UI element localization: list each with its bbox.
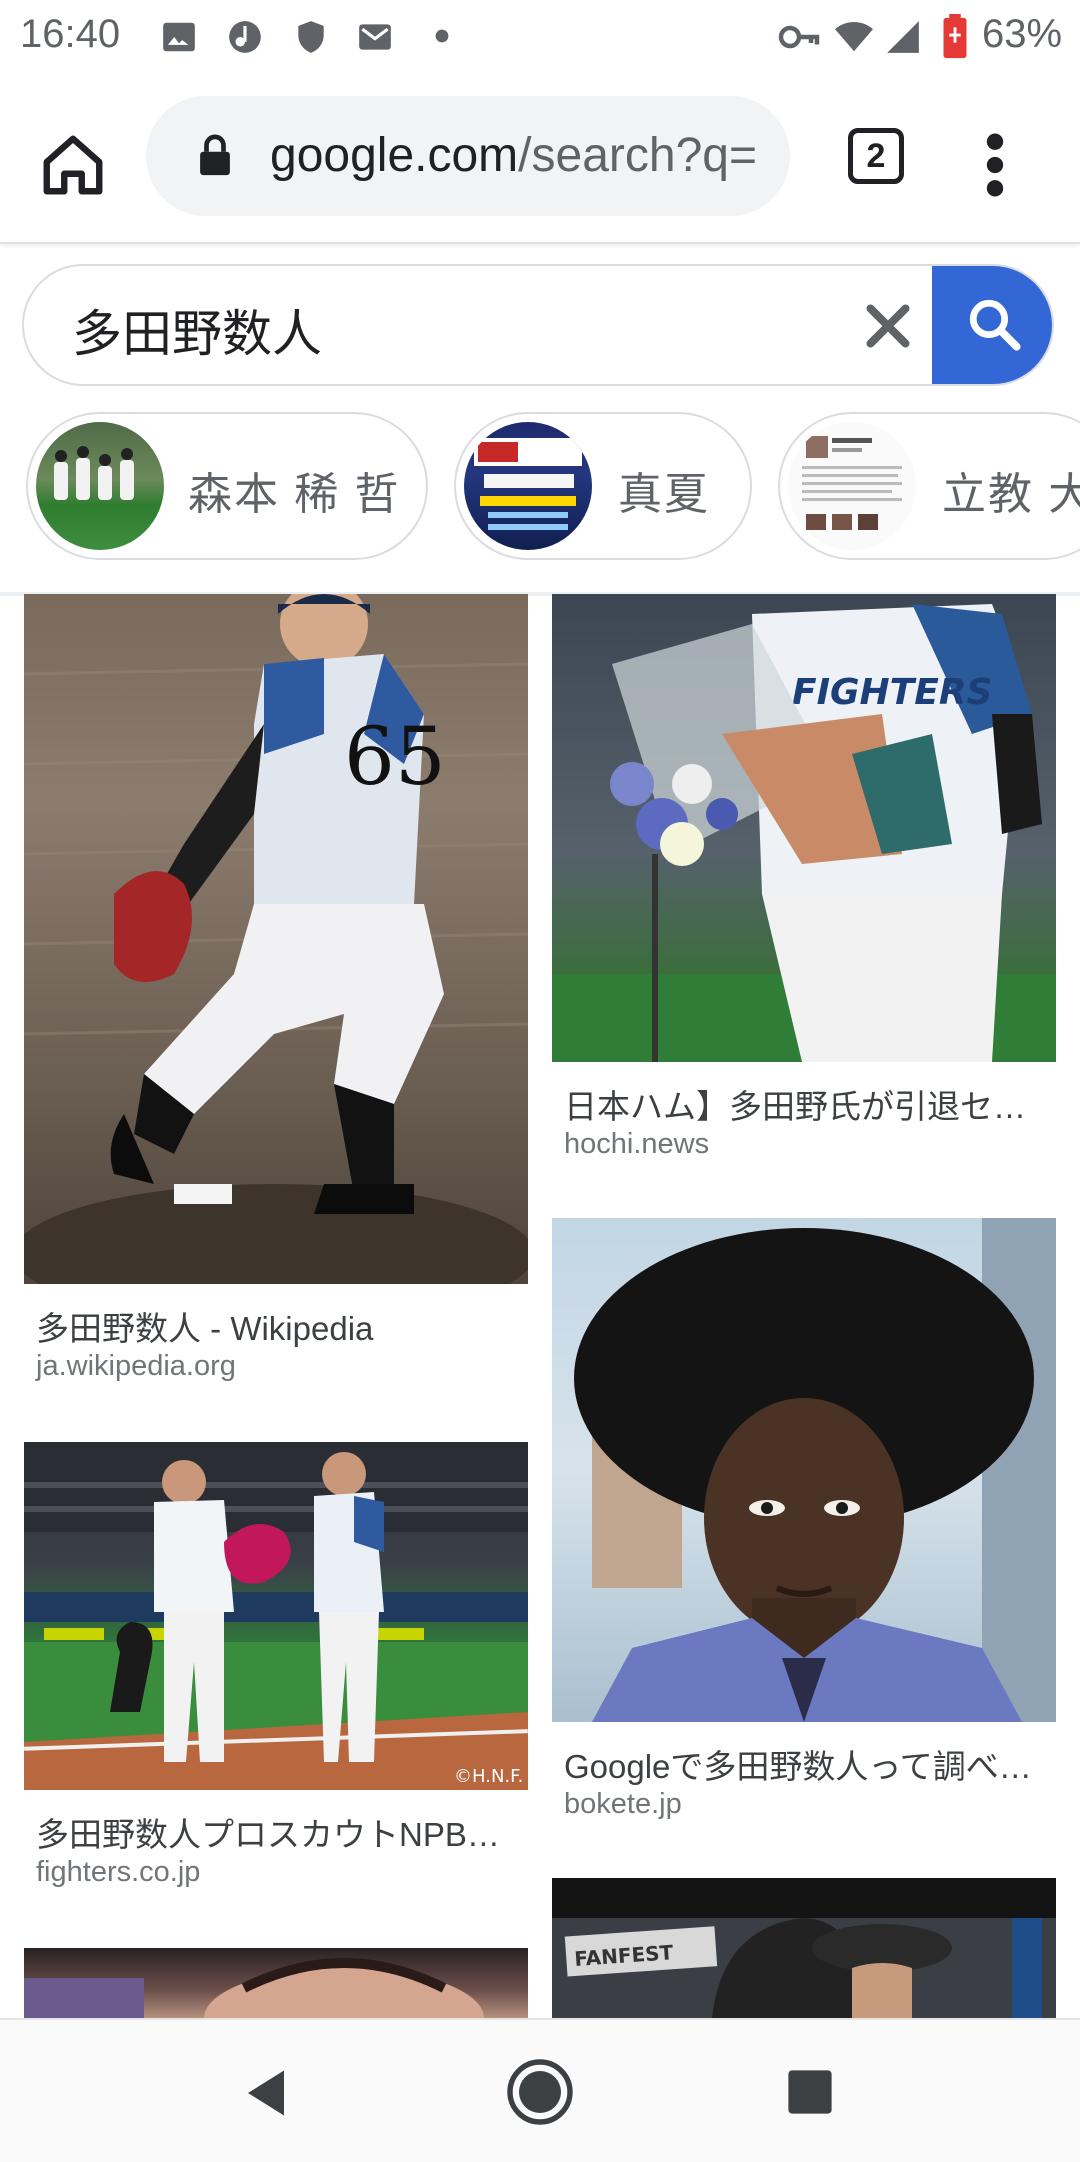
more-options-icon[interactable] [980, 130, 1010, 200]
result-image [552, 1218, 1056, 1722]
chip-related-3[interactable]: 立教 大 [778, 412, 1080, 560]
image-result-4[interactable]: Googleで多田野数人って調べ… bokete.jp [552, 1218, 1056, 1832]
result-title: 日本ハム】多田野氏が引退セ… [564, 1088, 1026, 1125]
chip-label: 立教 大 [942, 470, 1080, 519]
search-button[interactable] [932, 266, 1052, 384]
chip-related-2[interactable]: 真夏 [454, 412, 752, 560]
image-result-5[interactable]: FANFEST [552, 1878, 1056, 2018]
result-title: 多田野数人プロスカウトNPB… [36, 1816, 500, 1853]
svg-text:65: 65 [344, 710, 446, 803]
url-text: google.com/search?q= [270, 128, 757, 183]
result-image [24, 1948, 528, 2018]
address-bar[interactable]: google.com/search?q= [146, 96, 790, 216]
battery-percentage: 63% [982, 12, 1063, 56]
dot-icon [435, 29, 449, 43]
tab-count: 2 [866, 137, 886, 175]
home-nav-icon[interactable] [504, 2056, 576, 2128]
result-image: 65 [24, 594, 528, 1284]
close-icon[interactable] [858, 296, 918, 356]
search-input[interactable]: 多田野数人 [72, 294, 322, 366]
result-title: Googleで多田野数人って調べ… [564, 1748, 1032, 1785]
clock: 16:40 [20, 12, 121, 56]
chip-label: 森本 稀 哲 [188, 470, 401, 519]
browser-toolbar: google.com/search?q= 2 [0, 72, 1080, 244]
shield-icon [298, 21, 324, 53]
chip-thumbnail [788, 422, 916, 550]
image-result-6[interactable] [24, 1948, 528, 2018]
result-source: bokete.jp [564, 1788, 682, 1820]
result-source: hochi.news [564, 1128, 710, 1160]
svg-text:FIGHTERS: FIGHTERS [792, 672, 992, 713]
svg-text:©H.N.F.: ©H.N.F. [454, 1766, 523, 1787]
image-icon [163, 22, 195, 52]
result-source: ja.wikipedia.org [36, 1350, 236, 1382]
chip-thumbnail [36, 422, 164, 550]
status-bar: 16:40 63% [0, 0, 1080, 72]
result-image: ©H.N.F. [24, 1442, 528, 1790]
chip-label: 真夏 [618, 470, 710, 519]
result-title: 多田野数人 - Wikipedia [36, 1310, 374, 1347]
image-result-3[interactable]: ©H.N.F. 多田野数人プロスカウトNPB… fighters.co.jp [24, 1442, 528, 1902]
image-result-1[interactable]: 65 多田野数人 - Wikipedia ja.wikipedia.org [24, 594, 528, 1384]
signal-icon [887, 21, 919, 53]
search-icon [969, 299, 1021, 351]
home-icon[interactable] [38, 130, 108, 200]
system-navigation-bar [0, 2018, 1080, 2162]
lock-icon [200, 134, 230, 176]
recents-icon[interactable] [786, 2068, 834, 2116]
chip-related-1[interactable]: 森本 稀 哲 [26, 412, 428, 560]
related-search-chips: 森本 稀 哲 真夏 立教 大 [0, 412, 1080, 568]
image-result-2[interactable]: FIGHTERS 日本ハム】多田野氏が引退セ… hochi.news [552, 594, 1056, 1174]
result-image: FANFEST [552, 1878, 1056, 2018]
wifi-icon [835, 21, 873, 52]
tab-switcher-button[interactable]: 2 [848, 128, 904, 184]
url-path: /search?q= [518, 129, 757, 182]
result-source: fighters.co.jp [36, 1856, 201, 1888]
back-icon[interactable] [242, 2066, 290, 2120]
battery-icon [943, 14, 967, 59]
result-image: FIGHTERS [552, 594, 1056, 1062]
search-bar: 多田野数人 [22, 264, 1054, 386]
url-host: google.com [270, 129, 519, 182]
key-icon [778, 25, 820, 49]
music-icon [229, 21, 261, 53]
chip-thumbnail [464, 422, 592, 550]
mail-icon [359, 24, 391, 50]
